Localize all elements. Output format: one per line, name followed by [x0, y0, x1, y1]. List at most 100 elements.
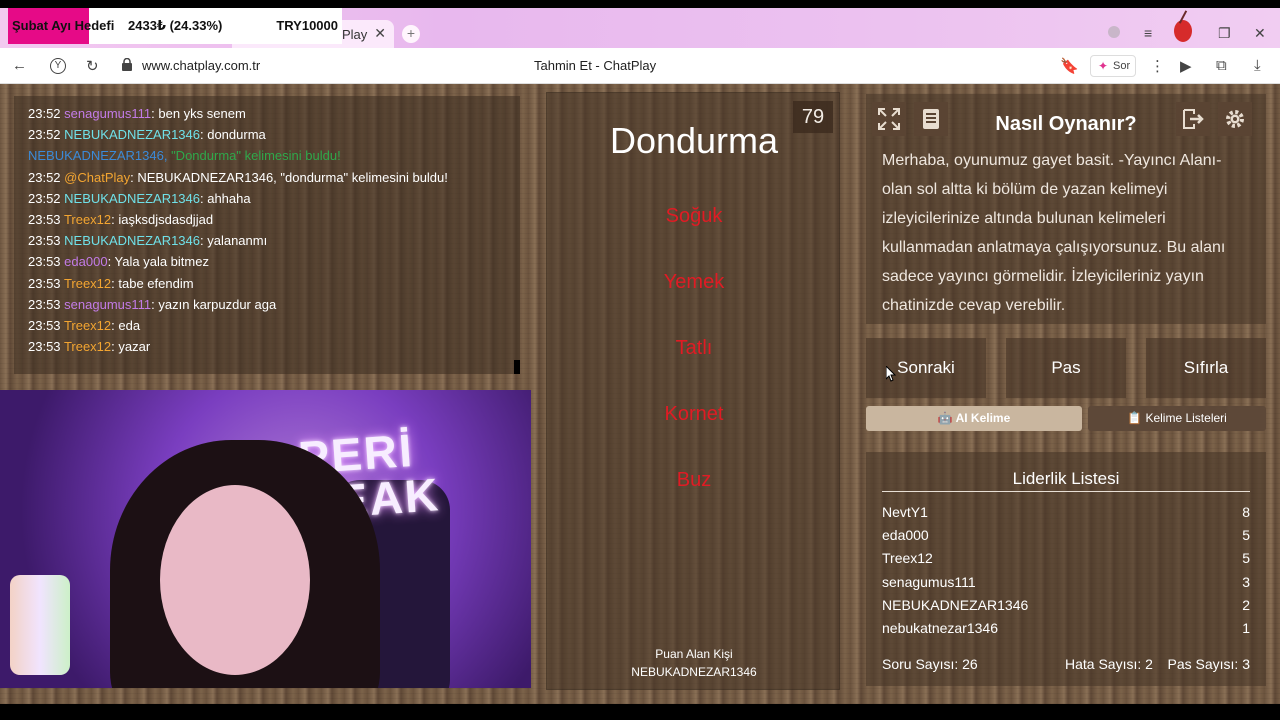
player-score: 8: [1242, 504, 1250, 520]
ai-word-button[interactable]: 🤖 AI Kelime: [866, 406, 1082, 431]
chat-text: : dondurma: [200, 127, 266, 143]
player-name: senagumus111: [882, 573, 976, 590]
chat-timestamp: 23:52: [28, 106, 61, 121]
lock-icon[interactable]: [121, 58, 133, 71]
chat-text: : ben yks senem: [151, 106, 246, 121]
chat-username[interactable]: eda000: [64, 254, 107, 269]
chat-username[interactable]: Treex12: [64, 318, 111, 333]
player-score: 5: [1242, 550, 1250, 567]
chat-username[interactable]: Treex12: [64, 212, 111, 227]
chat-text: : tabe efendim: [111, 275, 194, 291]
microphone: [10, 575, 70, 675]
player-score: 2: [1242, 596, 1250, 613]
player-name: NevtY1: [882, 504, 928, 520]
player-score: 1: [1242, 620, 1250, 636]
chat-message: 23:52 NEBUKADNEZAR1346: dondurma: [28, 127, 266, 142]
player-score: 5: [1242, 527, 1250, 544]
new-tab-icon[interactable]: +: [402, 25, 420, 43]
chat-username[interactable]: NEBUKADNEZAR1346,: [28, 148, 171, 163]
menu-icon[interactable]: ≡: [1144, 25, 1152, 41]
exit-icon[interactable]: [1176, 102, 1210, 136]
reset-button[interactable]: Sıfırla: [1146, 338, 1266, 398]
chat-timestamp: 23:53: [28, 339, 61, 355]
chat-message: NEBUKADNEZAR1346, "Dondurma" kelimesini …: [28, 148, 341, 163]
bookmark-icon[interactable]: 🔖: [1060, 57, 1079, 75]
chat-text: : iaşksdjsdasdjjad: [111, 212, 214, 227]
player-name: eda000: [882, 527, 929, 544]
player-name: NEBUKADNEZAR1346: [882, 596, 1029, 613]
chat-scrollbar[interactable]: [514, 360, 520, 374]
player-score: 3: [1242, 573, 1250, 590]
leaderboard-title: Liderlik Listesi: [1012, 469, 1120, 488]
back-icon[interactable]: ←: [12, 57, 27, 74]
chat-message: 23:52 senagumus111: ben yks senem: [28, 106, 246, 121]
close-window-icon[interactable]: ✕: [1254, 25, 1266, 42]
media-icon[interactable]: ▶: [1180, 57, 1192, 75]
error-count: Hata Sayısı: 2: [1065, 656, 1153, 672]
chat-timestamp: 23:53: [28, 233, 61, 249]
chat-timestamp: 23:53: [28, 318, 61, 333]
how-to-play-panel: Nasıl Oynanır? Merhaba, oyunumuz gayet b…: [866, 94, 1266, 324]
chat-text: : yalananmı: [200, 233, 268, 249]
chat-username[interactable]: Treex12: [64, 276, 111, 291]
chat-text: : yazın karpuzdur aga: [151, 296, 277, 312]
restore-icon[interactable]: ❐: [1218, 25, 1231, 42]
player-name: Treex12: [882, 550, 933, 567]
chat-message: 23:53 eda000: Yala yala bitmez: [28, 254, 209, 269]
gear-icon[interactable]: [1218, 102, 1252, 136]
chat-message: 23:52 @ChatPlay: NEBUKADNEZAR1346, "dond…: [28, 170, 448, 185]
sparkle-icon: ✦: [1098, 59, 1109, 73]
chat-text: : Yala yala bitmez: [107, 254, 209, 270]
chat-message: 23:53 Treex12: yazar: [28, 339, 150, 354]
goal-label: Şubat Ayı Hedefi: [12, 18, 115, 33]
top-black-strip: [0, 0, 1280, 8]
chat-timestamp: 23:52: [28, 127, 61, 143]
chat-username[interactable]: senagumus111: [64, 297, 151, 312]
profile-icon[interactable]: [1108, 26, 1120, 38]
leaderboard-panel: Liderlik Listesi NevtY1 8 eda000 5 Treex12 5 s…: [866, 452, 1266, 686]
taboo-word: Kornet: [664, 403, 724, 425]
taboo-word: Soğuk: [665, 205, 723, 227]
chat-username[interactable]: NEBUKADNEZAR1346: [64, 127, 200, 142]
reload-icon[interactable]: ↻: [86, 57, 99, 75]
chat-timestamp: 23:53: [28, 254, 61, 270]
player-name: nebukatnezar1346: [882, 620, 998, 636]
more-icon[interactable]: ⋮: [1150, 57, 1165, 75]
chat-username[interactable]: senagumus111: [64, 106, 151, 121]
goal-target: TRY10000: [276, 18, 338, 33]
page-title: Tahmin Et - ChatPlay: [534, 58, 657, 73]
question-count: Soru Sayısı: 26: [882, 656, 978, 672]
chat-username[interactable]: Treex12: [64, 339, 111, 354]
chat-timestamp: 23:52: [28, 190, 61, 206]
browser-toolbar: ← Y ↻ www.chatplay.com.tr Tahmin Et - Ch…: [0, 48, 1280, 84]
chat-username[interactable]: NEBUKADNEZAR1346: [64, 233, 200, 248]
chat-message: 23:53 Treex12: tabe efendim: [28, 276, 194, 291]
chat-username[interactable]: @ChatPlay: [64, 170, 130, 185]
word-lists-button[interactable]: 📋 Kelime Listeleri: [1088, 406, 1266, 431]
chat-timestamp: 23:53: [28, 212, 61, 227]
webcam-feed: PERİ REAK: [0, 390, 531, 688]
chat-message: 23:53 NEBUKADNEZAR1346: yalananmı: [28, 233, 267, 248]
chat-timestamp: 23:53: [28, 275, 61, 291]
tab-title: Play: [342, 27, 368, 42]
download-icon[interactable]: ⤓: [1254, 57, 1261, 74]
scorer-label: Puan Alan Kişi: [655, 647, 733, 661]
chat-username[interactable]: NEBUKADNEZAR1346: [64, 191, 200, 206]
pass-button[interactable]: Pas: [1006, 338, 1126, 398]
chat-message: 23:53 Treex12: iaşksdjsdasdjjad: [28, 212, 213, 227]
chat-text: : eda: [111, 318, 141, 333]
streamer-face: [160, 485, 310, 675]
next-button[interactable]: Sonraki: [866, 338, 986, 398]
apple-icon: [1174, 20, 1192, 42]
address-bar[interactable]: www.chatplay.com.tr: [142, 58, 260, 73]
divider: [882, 491, 1250, 492]
bottom-black-strip: [0, 704, 1280, 720]
mouse-cursor-icon: [886, 366, 896, 382]
close-icon[interactable]: ✕: [374, 25, 386, 42]
yandex-icon[interactable]: Y: [50, 58, 66, 74]
collections-icon[interactable]: ⧉: [1216, 57, 1227, 74]
ask-button[interactable]: ✦ Sor: [1090, 55, 1136, 77]
word-card: 79 Dondurma Soğuk Yemek Tatlı Kornet Buz…: [546, 92, 840, 690]
target-word: Dondurma: [609, 120, 779, 161]
chat-timestamp: 23:53: [28, 296, 61, 312]
